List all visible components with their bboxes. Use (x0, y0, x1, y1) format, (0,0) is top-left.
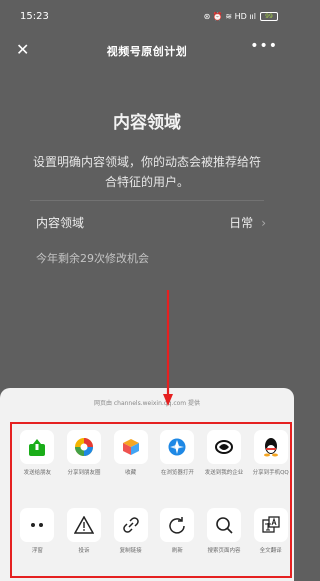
signal-icons: ⊛ ⏰ ≋ HD ııl (203, 11, 256, 21)
sheet-source: 网页由 channels.weixin.qq.com 提供 (93, 400, 201, 407)
chevron-right-icon: › (261, 215, 266, 230)
annotation-arrow-icon (163, 290, 173, 406)
field-value: 日常 (229, 216, 254, 230)
status-bar: 15:23 ⊛ ⏰ ≋ HD ııl 99 (0, 0, 294, 32)
share-sheet: 网页由 channels.weixin.qq.com 提供 发送给朋友 分享到朋… (0, 388, 294, 581)
page-title: 视频号原创计划 (106, 45, 188, 58)
field-value-group: 日常 › (229, 214, 266, 231)
content-description: 设置明确内容领域，你的动态会被推荐给符合特征的用户。 (32, 155, 261, 189)
content-domain-row[interactable]: 内容领域 日常 › (36, 214, 266, 231)
battery-icon: 99 (260, 11, 278, 21)
more-icon[interactable]: ••• (250, 38, 278, 54)
field-label: 内容领域 (36, 216, 85, 230)
page-content: 内容领域 设置明确内容领域，你的动态会被推荐给符合特征的用户。 内容领域 日常 … (0, 66, 294, 396)
status-icons: ⊛ ⏰ ≋ HD ııl 99 (203, 11, 278, 21)
status-time: 15:23 (20, 10, 49, 22)
highlight-box (10, 422, 292, 578)
nav-bar: ✕ 视频号原创计划 ••• (0, 36, 294, 66)
content-title: 内容领域 (113, 113, 181, 133)
close-icon[interactable]: ✕ (16, 40, 29, 60)
remaining-changes: 今年剩余29次修改机会 (36, 252, 149, 265)
divider (30, 200, 264, 201)
